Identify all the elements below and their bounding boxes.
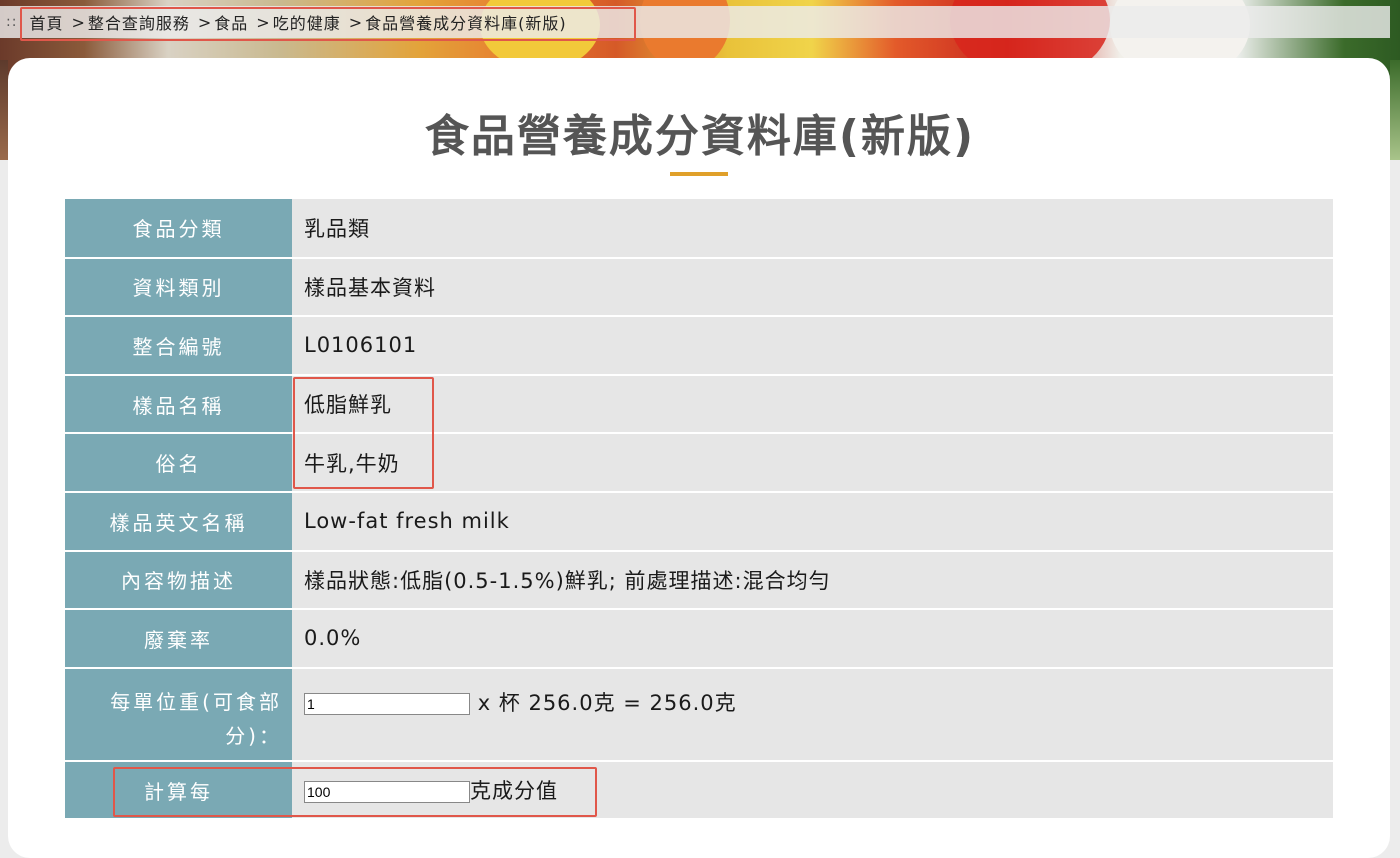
food-info-table: 食品分類 乳品類 資料類別 樣品基本資料 整合編號 L0106101 樣品名稱 … bbox=[65, 199, 1333, 821]
row-value-sample-name: 低脂鮮乳 bbox=[292, 374, 1333, 435]
row-value-data-type: 樣品基本資料 bbox=[292, 257, 1333, 318]
row-value-id: L0106101 bbox=[292, 316, 1333, 376]
row-label-data-type: 資料類別 bbox=[65, 257, 292, 318]
breadcrumb-lead: :: bbox=[6, 14, 18, 30]
row-label-description: 內容物描述 bbox=[65, 550, 292, 611]
breadcrumb-separator: > bbox=[348, 12, 364, 32]
row-value-unit-weight: x 杯 256.0克 = 256.0克 bbox=[292, 667, 1333, 762]
unit-weight-label-line1: 每單位重(可食部 bbox=[110, 689, 282, 714]
unit-weight-label-line2: 分)： bbox=[225, 723, 282, 748]
table-row: 樣品名稱 低脂鮮乳 bbox=[65, 374, 1333, 435]
table-row: 食品分類 乳品類 bbox=[65, 199, 1333, 259]
table-row: 內容物描述 樣品狀態:低脂(0.5-1.5%)鮮乳; 前處理描述:混合均勻 bbox=[65, 550, 1333, 611]
table-row: 計算每 克成分值 bbox=[65, 760, 1333, 821]
row-value-calc-per: 克成分值 bbox=[292, 760, 1333, 821]
breadcrumb-home[interactable]: 首頁 bbox=[29, 10, 63, 34]
row-label-sample-name: 樣品名稱 bbox=[65, 374, 292, 435]
table-row: 資料類別 樣品基本資料 bbox=[65, 257, 1333, 318]
row-value-common-name: 牛乳,牛奶 bbox=[292, 433, 1333, 493]
row-label-waste-rate: 廢棄率 bbox=[65, 609, 292, 669]
row-value-description: 樣品狀態:低脂(0.5-1.5%)鮮乳; 前處理描述:混合均勻 bbox=[292, 550, 1333, 611]
row-label-category: 食品分類 bbox=[65, 199, 292, 259]
title-underline bbox=[670, 172, 728, 176]
table-row: 樣品英文名稱 Low-fat fresh milk bbox=[65, 491, 1333, 552]
row-label-id: 整合編號 bbox=[65, 316, 292, 376]
breadcrumb: :: 首頁 > 整合查詢服務 > 食品 > 吃的健康 > 食品營養成分資料庫(新… bbox=[0, 6, 1390, 38]
breadcrumb-separator: > bbox=[256, 12, 271, 32]
row-value-waste-rate: 0.0% bbox=[292, 609, 1333, 669]
breadcrumb-integrated-search[interactable]: 整合查詢服務 bbox=[88, 10, 190, 34]
calc-per-suffix: 克成分值 bbox=[470, 779, 558, 804]
breadcrumb-food[interactable]: 食品 bbox=[214, 10, 248, 34]
breadcrumb-healthy-eating[interactable]: 吃的健康 bbox=[273, 10, 341, 34]
page-title: 食品營養成分資料庫(新版) bbox=[424, 111, 976, 162]
breadcrumb-separator: > bbox=[197, 12, 213, 32]
unit-weight-result: x 杯 256.0克 = 256.0克 bbox=[477, 690, 737, 715]
row-label-calc-per: 計算每 bbox=[65, 760, 292, 821]
row-label-unit-weight: 每單位重(可食部 分)： bbox=[65, 667, 292, 762]
row-value-english-name: Low-fat fresh milk bbox=[292, 491, 1333, 552]
table-row: 每單位重(可食部 分)： x 杯 256.0克 = 256.0克 bbox=[65, 667, 1333, 762]
unit-quantity-input[interactable] bbox=[304, 692, 470, 715]
table-row: 俗名 牛乳,牛奶 bbox=[65, 433, 1333, 493]
table-row: 整合編號 L0106101 bbox=[65, 316, 1333, 376]
row-value-category: 乳品類 bbox=[292, 199, 1333, 259]
table-row: 廢棄率 0.0% bbox=[65, 609, 1333, 669]
row-label-common-name: 俗名 bbox=[65, 433, 292, 493]
breadcrumb-separator: > bbox=[71, 12, 86, 32]
calc-grams-input[interactable] bbox=[304, 781, 470, 804]
breadcrumb-current-page[interactable]: 食品營養成分資料庫(新版) bbox=[365, 10, 567, 34]
row-label-english-name: 樣品英文名稱 bbox=[65, 491, 292, 552]
